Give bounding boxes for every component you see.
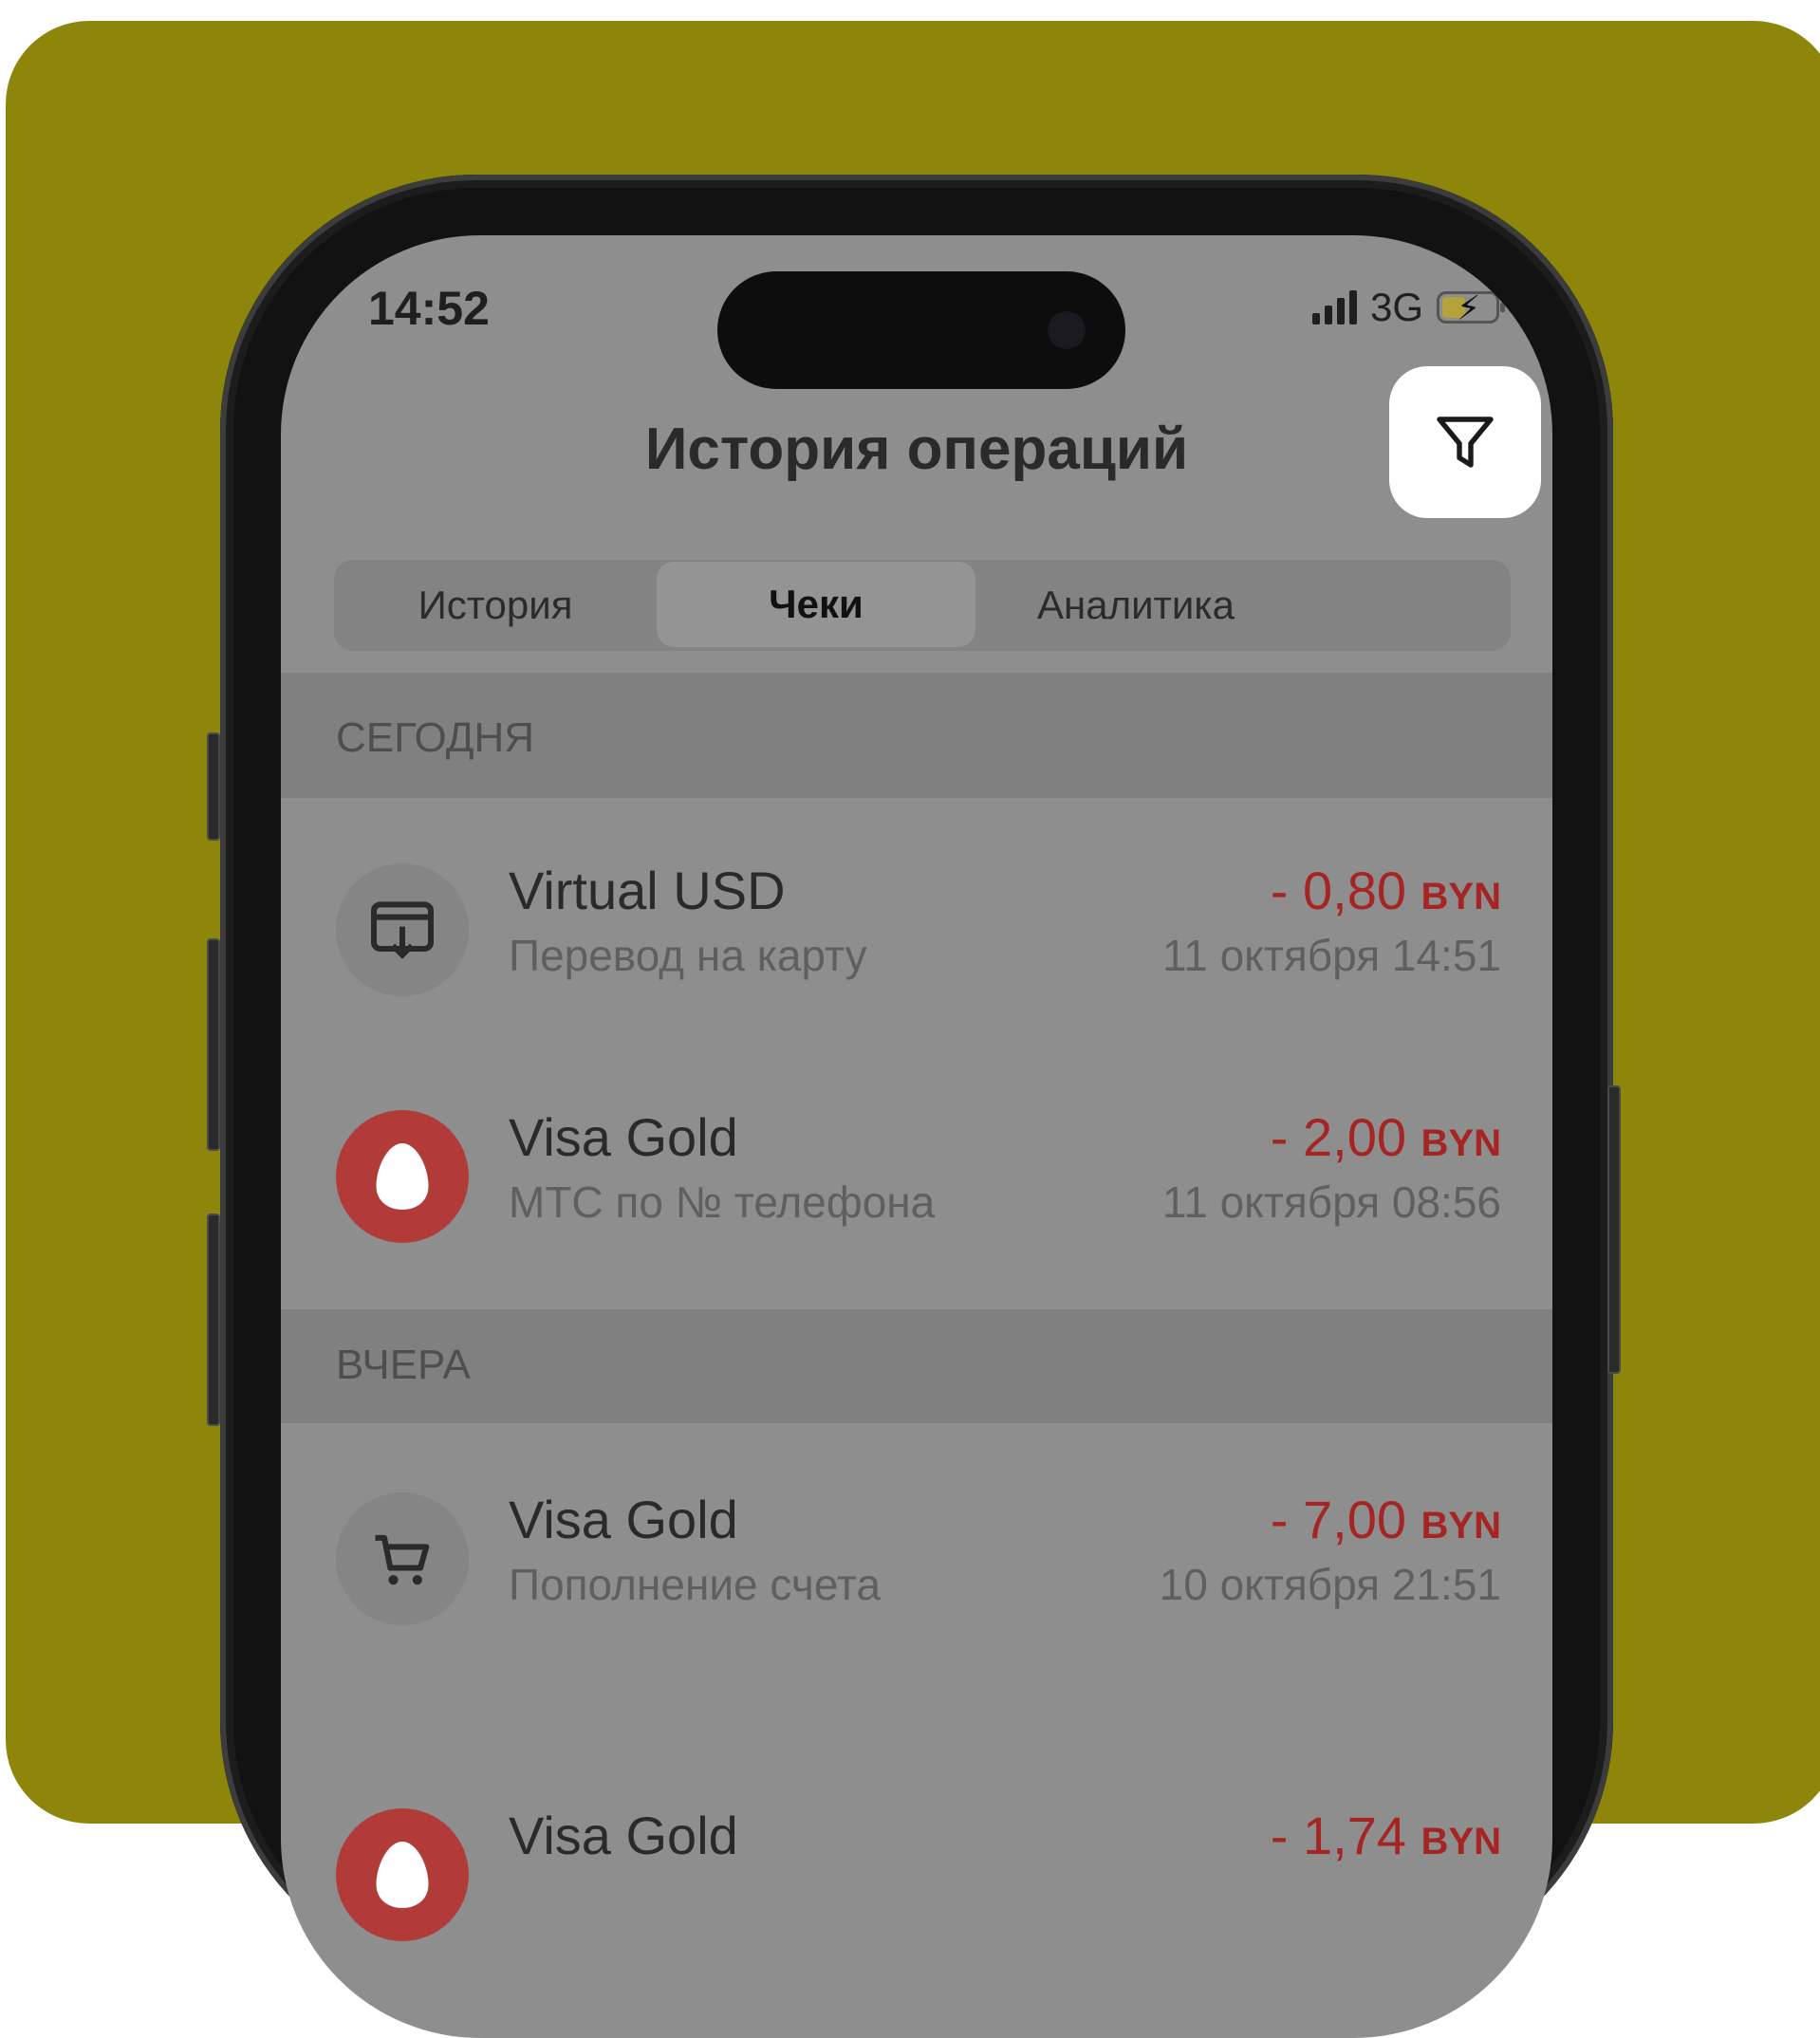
amount-value: - 0,80 bbox=[1270, 861, 1406, 920]
tab-receipts[interactable]: Чеки bbox=[657, 562, 975, 647]
amount-currency: BYN bbox=[1421, 1122, 1501, 1164]
transaction-date: 10 октября 21:51 bbox=[1159, 1560, 1501, 1609]
tab-label: Чеки bbox=[769, 582, 864, 626]
filter-funnel-icon bbox=[1437, 417, 1494, 468]
segmented-tabs: История Чеки Аналитика bbox=[334, 560, 1511, 651]
phone-side-button bbox=[207, 1214, 220, 1426]
tab-label: Аналитика bbox=[1037, 583, 1235, 627]
amount-currency: BYN bbox=[1421, 1505, 1501, 1547]
phone-side-button bbox=[207, 732, 220, 841]
amount-currency: BYN bbox=[1421, 1821, 1501, 1862]
section-header: СЕГОДНЯ bbox=[281, 673, 1552, 798]
amount-currency: BYN bbox=[1421, 876, 1501, 917]
section-label: СЕГОДНЯ bbox=[336, 714, 535, 761]
transaction-subtitle: Пополнение счета bbox=[509, 1560, 882, 1609]
transaction-icon-circle bbox=[336, 1492, 469, 1625]
section-header: ВЧЕРА bbox=[281, 1309, 1552, 1423]
transaction-title: Visa Gold bbox=[509, 1490, 738, 1549]
status-indicators: 3G ⚡ bbox=[1311, 285, 1505, 330]
camera-icon bbox=[1048, 311, 1086, 349]
mts-egg-logo bbox=[376, 1842, 429, 1908]
dynamic-island bbox=[717, 271, 1125, 389]
transaction-row[interactable]: Visa Gold МТС по № телефона - 2,00 BYN 1… bbox=[281, 1072, 1552, 1243]
tab-label: История bbox=[418, 583, 573, 627]
transaction-amount: - 7,00 BYN bbox=[1271, 1489, 1501, 1550]
phone-side-button bbox=[1607, 1085, 1621, 1374]
amount-value: - 7,00 bbox=[1270, 1490, 1406, 1549]
mts-egg-logo bbox=[376, 1143, 429, 1210]
transaction-title: Visa Gold bbox=[509, 1806, 738, 1865]
transaction-amount: - 0,80 BYN bbox=[1271, 860, 1501, 921]
transaction-row[interactable]: Visa Gold - 1,74 BYN bbox=[281, 1770, 1552, 1941]
battery-charging-icon: ⚡ bbox=[1437, 288, 1505, 327]
transaction-icon-circle bbox=[336, 1110, 469, 1243]
page-title: История операций bbox=[644, 417, 1189, 482]
signal-icon bbox=[1311, 290, 1357, 324]
tab-analytics[interactable]: Аналитика bbox=[975, 560, 1296, 651]
tab-history[interactable]: История bbox=[334, 560, 657, 651]
status-time: 14:52 bbox=[368, 282, 490, 335]
transaction-amount: - 2,00 BYN bbox=[1271, 1106, 1501, 1168]
transaction-row[interactable]: Visa Gold Пополнение счета - 7,00 BYN 10… bbox=[281, 1454, 1552, 1625]
amount-value: - 2,00 bbox=[1270, 1107, 1406, 1167]
phone-screen: 14:52 3G ⚡ История операций История Чеки… bbox=[281, 235, 1552, 2038]
phone-side-button bbox=[207, 938, 220, 1151]
network-type: 3G bbox=[1369, 285, 1423, 329]
amount-value: - 1,74 bbox=[1270, 1806, 1406, 1865]
transaction-amount: - 1,74 BYN bbox=[1271, 1805, 1501, 1866]
transaction-title: Visa Gold bbox=[509, 1107, 738, 1167]
transaction-date: 11 октября 14:51 bbox=[1162, 931, 1501, 980]
transaction-row[interactable]: Virtual USD Перевод на карту - 0,80 BYN … bbox=[281, 825, 1552, 996]
transaction-subtitle: Перевод на карту bbox=[509, 931, 867, 980]
filter-button[interactable] bbox=[1389, 366, 1541, 518]
transaction-date: 11 октября 08:56 bbox=[1162, 1177, 1501, 1227]
phone-frame: 14:52 3G ⚡ История операций История Чеки… bbox=[207, 175, 1621, 2038]
transfer-to-card-icon bbox=[371, 901, 434, 959]
transaction-icon-circle bbox=[336, 863, 469, 996]
shopping-cart-icon bbox=[375, 1534, 430, 1585]
transaction-title: Virtual USD bbox=[509, 861, 786, 920]
transaction-icon-circle bbox=[336, 1808, 469, 1941]
section-label: ВЧЕРА bbox=[336, 1342, 471, 1388]
transaction-subtitle: МТС по № телефона bbox=[509, 1177, 936, 1227]
